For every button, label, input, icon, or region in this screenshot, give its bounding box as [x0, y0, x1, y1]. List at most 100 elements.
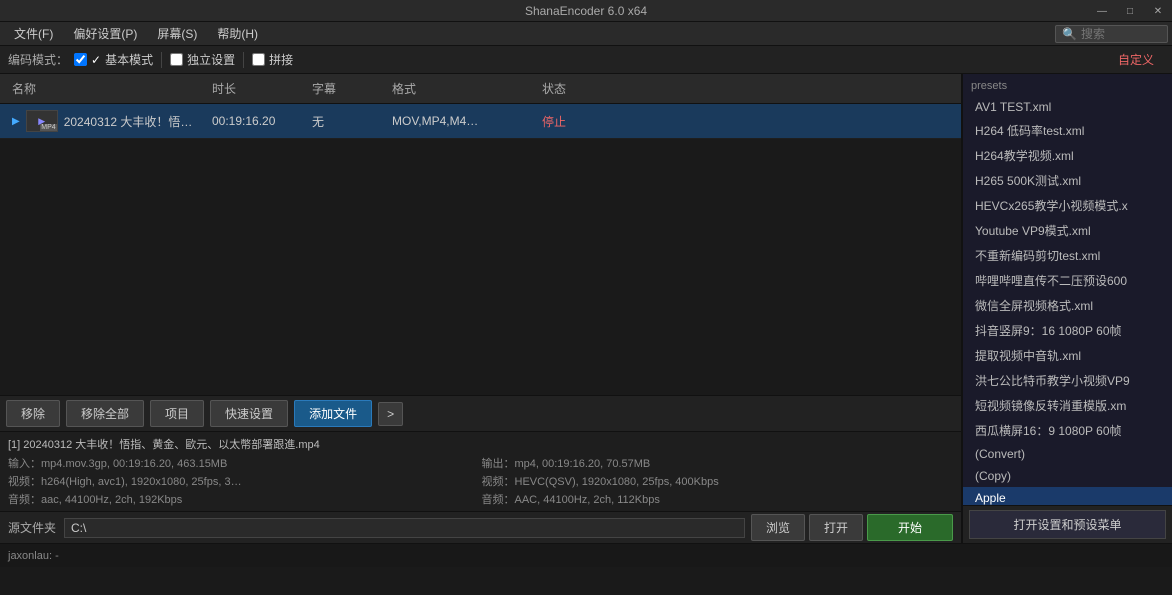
independent-checkbox[interactable]: 独立设置 — [170, 51, 235, 68]
preset-item[interactable]: H265 500K测试.xml — [963, 168, 1172, 193]
basic-mode-text: 基本模式 — [105, 51, 153, 68]
col-format: 格式 — [388, 78, 538, 99]
project-button[interactable]: 项目 — [150, 400, 204, 427]
table-header: 名称 时长 字幕 格式 状态 — [0, 74, 961, 104]
preset-item[interactable]: 提取视频中音轨.xml — [963, 343, 1172, 368]
menu-help[interactable]: 帮助(H) — [207, 23, 268, 44]
preset-item[interactable]: 短视频镜像反转消重模版.xm — [963, 393, 1172, 418]
add-file-button[interactable]: 添加文件 — [294, 400, 372, 427]
search-icon: 🔍 — [1062, 27, 1077, 41]
row-subtitle: 无 — [308, 111, 388, 132]
search-box: 🔍 — [1055, 25, 1168, 43]
menu-preferences[interactable]: 偏好设置(P) — [63, 23, 147, 44]
preset-item[interactable]: (Copy) — [963, 465, 1172, 487]
main-layout: 名称 时长 字幕 格式 状态 ▶ ▶ MP4 20240312 大丰收！悟… 0… — [0, 74, 1172, 543]
title-bar: ShanaEncoder 6.0 x64 — □ ✕ — [0, 0, 1172, 22]
row-duration: 00:19:16.20 — [208, 112, 308, 130]
audio-out-info: 音频：AAC, 44100Hz, 2ch, 112Kbps — [482, 491, 954, 507]
info-grid: 输入：mp4.mov.3gp, 00:19:16.20, 463.15MB 输出… — [8, 455, 953, 507]
maximize-button[interactable]: □ — [1116, 0, 1144, 22]
input-info: 输入：mp4.mov.3gp, 00:19:16.20, 463.15MB — [8, 455, 480, 471]
menu-screen[interactable]: 屏幕(S) — [147, 23, 207, 44]
output-value: mp4, 00:19:16.20, 70.57MB — [515, 458, 651, 470]
encoding-mode-label: 编码模式： — [8, 51, 68, 68]
mp4-badge: MP4 — [40, 124, 56, 131]
open-settings-button[interactable]: 打开设置和预设菜单 — [969, 510, 1166, 539]
preset-item[interactable]: 微信全屏视频格式.xml — [963, 293, 1172, 318]
mosaic-checkbox[interactable]: 拼接 — [252, 51, 293, 68]
minimize-button[interactable]: — — [1088, 0, 1116, 22]
table-body: ▶ ▶ MP4 20240312 大丰收！悟… 00:19:16.20 无 MO… — [0, 104, 961, 395]
video-in-value: h264(High, avc1), 1920x1080, 25fps, 3… — [41, 476, 242, 488]
preset-item[interactable]: presets — [963, 76, 1172, 96]
source-actions: 浏览 打开 开始 — [751, 514, 953, 541]
row-format: MOV,MP4,M4… — [388, 112, 538, 130]
remove-button[interactable]: 移除 — [6, 400, 60, 427]
preset-item[interactable]: H264教学视频.xml — [963, 143, 1172, 168]
remove-all-button[interactable]: 移除全部 — [66, 400, 144, 427]
audio-in-value: aac, 44100Hz, 2ch, 192Kbps — [41, 494, 182, 506]
col-subtitle: 字幕 — [308, 78, 388, 99]
video-in-info: 视频：h264(High, avc1), 1920x1080, 25fps, 3… — [8, 473, 480, 489]
col-duration: 时长 — [208, 78, 308, 99]
audio-out-value: AAC, 44100Hz, 2ch, 112Kbps — [515, 494, 660, 506]
quick-settings-button[interactable]: 快速设置 — [210, 400, 288, 427]
input-label: 输入： — [8, 458, 41, 470]
info-panel: [1] 20240312 大丰收！悟指、黄金、歐元、以太幣部署跟進.mp4 输入… — [0, 431, 961, 511]
search-input[interactable] — [1081, 27, 1161, 41]
file-panel: 名称 时长 字幕 格式 状态 ▶ ▶ MP4 20240312 大丰收！悟… 0… — [0, 74, 962, 543]
video-out-value: HEVC(QSV), 1920x1080, 25fps, 400Kbps — [515, 476, 719, 488]
basic-mode-checkbox[interactable]: ✓ 基本模式 — [74, 51, 153, 68]
mosaic-label: 拼接 — [269, 51, 293, 68]
toolbar: 编码模式： ✓ 基本模式 独立设置 拼接 自定义 — [0, 46, 1172, 74]
source-label: 源文件夹 — [8, 519, 58, 536]
independent-label: 独立设置 — [187, 51, 235, 68]
file-button-row: 移除 移除全部 项目 快速设置 添加文件 > — [0, 395, 961, 431]
preset-item[interactable]: H264 低码率test.xml — [963, 118, 1172, 143]
status-text: jaxonlau: - — [8, 550, 59, 562]
browse-button[interactable]: 浏览 — [751, 514, 805, 541]
preset-item[interactable]: 洪七公比特币教学小视频VP9 — [963, 368, 1172, 393]
preset-item[interactable]: 西瓜横屏16：9 1080P 60帧 — [963, 418, 1172, 443]
mosaic-check[interactable] — [252, 53, 265, 66]
customize-button[interactable]: 自定义 — [1108, 49, 1164, 70]
preset-item[interactable]: 哔哩哔哩直传不二压预设600 — [963, 268, 1172, 293]
audio-in-info: 音频：aac, 44100Hz, 2ch, 192Kbps — [8, 491, 480, 507]
preset-item[interactable]: HEVCx265教学小视频模式.x — [963, 193, 1172, 218]
close-button[interactable]: ✕ — [1144, 0, 1172, 22]
row-filename: 20240312 大丰收！悟… — [64, 113, 193, 130]
audio-in-label: 音频： — [8, 494, 41, 506]
source-path-input[interactable] — [64, 518, 745, 538]
window-controls: — □ ✕ — [1088, 0, 1172, 22]
audio-out-label: 音频： — [482, 494, 515, 506]
source-row: 源文件夹 浏览 打开 开始 — [0, 511, 961, 543]
output-label: 输出： — [482, 458, 515, 470]
col-name: 名称 — [8, 78, 208, 99]
table-row[interactable]: ▶ ▶ MP4 20240312 大丰收！悟… 00:19:16.20 无 MO… — [0, 104, 961, 139]
open-button[interactable]: 打开 — [809, 514, 863, 541]
menu-file[interactable]: 文件(F) — [4, 23, 63, 44]
preset-item[interactable]: AV1 TEST.xml — [963, 96, 1172, 118]
preset-item[interactable]: (Convert) — [963, 443, 1172, 465]
preset-list: presetsAV1 TEST.xmlH264 低码率test.xmlH264教… — [963, 74, 1172, 505]
output-info: 输出：mp4, 00:19:16.20, 70.57MB — [482, 455, 954, 471]
row-status: 停止 — [538, 111, 658, 132]
basic-mode-label: ✓ — [91, 53, 101, 67]
app-title: ShanaEncoder 6.0 x64 — [525, 4, 647, 18]
play-icon: ▶ — [12, 116, 20, 127]
file-thumbnail: ▶ MP4 — [26, 110, 58, 132]
preset-item[interactable]: 抖音竖屏9：16 1080P 60帧 — [963, 318, 1172, 343]
independent-check[interactable] — [170, 53, 183, 66]
basic-mode-check[interactable] — [74, 53, 87, 66]
preset-item[interactable]: Apple — [963, 487, 1172, 505]
menu-bar: 文件(F) 偏好设置(P) 屏幕(S) 帮助(H) 🔍 — [0, 22, 1172, 46]
input-value: mp4.mov.3gp, 00:19:16.20, 463.15MB — [41, 458, 227, 470]
row-name-cell: ▶ ▶ MP4 20240312 大丰收！悟… — [8, 108, 208, 134]
preset-panel: presetsAV1 TEST.xmlH264 低码率test.xmlH264教… — [962, 74, 1172, 543]
preset-item[interactable]: Youtube VP9模式.xml — [963, 218, 1172, 243]
preset-item[interactable]: 不重新编码剪切test.xml — [963, 243, 1172, 268]
col-status: 状态 — [538, 78, 658, 99]
more-button[interactable]: > — [378, 402, 403, 426]
start-button[interactable]: 开始 — [867, 514, 953, 541]
video-in-label: 视频： — [8, 476, 41, 488]
